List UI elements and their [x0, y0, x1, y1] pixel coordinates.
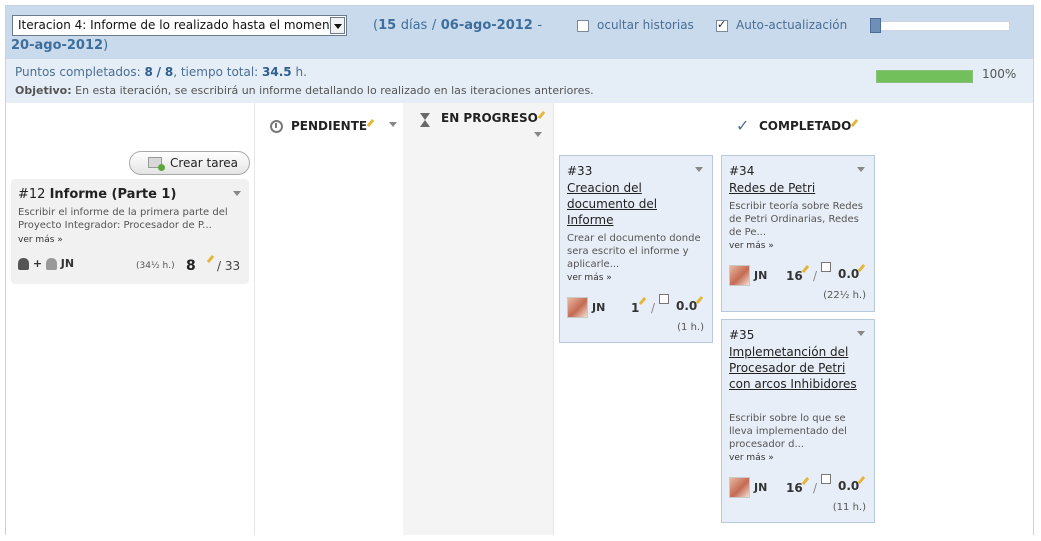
pending-menu-chevron-icon[interactable] — [389, 122, 397, 127]
story-card[interactable]: #12 Informe (Parte 1) Escribir el inform… — [11, 179, 249, 284]
objective: Objetivo: En esta iteración, se escribir… — [15, 84, 594, 97]
iteration-select[interactable]: Iteracion 4: Informe de lo realizado has… — [12, 15, 347, 36]
in-progress-menu-chevron-icon[interactable] — [534, 132, 542, 137]
pending-column: PENDIENTE — [254, 103, 403, 535]
in-progress-title: EN PROGRESO — [441, 111, 546, 125]
avatar — [567, 297, 588, 318]
separator: / — [651, 301, 656, 315]
hours-icon — [659, 294, 669, 304]
task-description: Escribir teoría sobre Redes de Petri Ord… — [729, 201, 863, 238]
completed-title: COMPLETADO — [759, 119, 859, 133]
user-icon — [18, 258, 29, 270]
task-hours: (22½ h.) — [823, 290, 866, 301]
hours-icon — [821, 262, 831, 272]
pencil-icon[interactable] — [367, 119, 375, 129]
task-title[interactable]: Implemetanción del Procesador de Petri c… — [729, 344, 867, 392]
story-more-link[interactable]: ver más » — [18, 235, 63, 245]
task-estimate[interactable]: 16 — [786, 269, 803, 283]
pencil-icon[interactable] — [802, 477, 810, 487]
task-menu-chevron-icon[interactable] — [695, 167, 703, 172]
points-done: 8 — [144, 65, 153, 79]
refresh-slider-track[interactable] — [870, 21, 1010, 31]
iteration-select-value: Iteracion 4: Informe de lo realizado has… — [18, 18, 342, 32]
story-users: + JN — [18, 257, 74, 270]
story-hours: (34½ h.) — [136, 261, 175, 271]
task-title[interactable]: Redes de Petri — [729, 180, 867, 196]
taskboard: (15 días / 06-ago-2012 - 20-ago-2012) It… — [5, 5, 1034, 535]
task-remaining[interactable]: 0.0 — [838, 267, 859, 281]
pending-title: PENDIENTE — [291, 119, 375, 133]
story-points[interactable]: 8 — [186, 258, 196, 274]
separator: / — [813, 481, 818, 495]
story-menu-chevron-icon[interactable] — [233, 191, 241, 196]
task-description: Escribir sobre lo que se lleva implement… — [729, 413, 847, 450]
points-total: 8 — [164, 65, 174, 79]
pencil-icon[interactable] — [802, 265, 810, 275]
auto-update-checkbox[interactable] — [716, 18, 728, 32]
total-time: 34.5 — [262, 65, 292, 79]
task-estimate[interactable]: 16 — [786, 481, 803, 495]
completed-column: ✓ COMPLETADO #33 Creacion del documento … — [553, 103, 1033, 535]
task-initials: JN — [754, 481, 768, 494]
points-summary: Puntos completados: 8 / 8, tiempo total:… — [15, 65, 307, 79]
pencil-icon[interactable] — [207, 255, 215, 265]
task-card[interactable]: #34 Redes de Petri Escribir teoría sobre… — [721, 155, 875, 312]
add-task-icon — [148, 157, 165, 171]
task-menu-chevron-icon[interactable] — [857, 167, 865, 172]
task-more-link[interactable]: ver más » — [567, 273, 612, 283]
iteration-summary: Puntos completados: 8 / 8, tiempo total:… — [6, 59, 1033, 103]
user-icon — [45, 258, 57, 270]
checkmark-icon: ✓ — [736, 116, 750, 135]
create-task-button[interactable]: Crear tarea — [129, 151, 250, 175]
pencil-icon[interactable] — [538, 111, 546, 121]
task-number: #35 — [729, 328, 755, 342]
avatar — [729, 477, 750, 498]
pencil-icon[interactable] — [696, 296, 704, 306]
stories-column: Crear tarea #12 Informe (Parte 1) Escrib… — [6, 103, 254, 535]
task-remaining[interactable]: 0.0 — [676, 299, 697, 313]
iteration-header: (15 días / 06-ago-2012 - 20-ago-2012) It… — [6, 6, 1033, 59]
avatar — [729, 265, 750, 286]
hourglass-icon — [420, 113, 431, 128]
task-card[interactable]: #33 Creacion del documento del Informe C… — [559, 155, 713, 343]
task-menu-chevron-icon[interactable] — [857, 331, 865, 336]
task-more-link[interactable]: ver más » — [729, 241, 774, 251]
progress-bar — [876, 70, 973, 83]
pencil-icon[interactable] — [639, 297, 647, 307]
story-title[interactable]: #12 Informe (Parte 1) — [18, 187, 176, 202]
task-hours: (1 h.) — [677, 322, 704, 333]
task-hours: (11 h.) — [832, 502, 866, 513]
task-number: #33 — [567, 164, 593, 178]
separator: / — [813, 269, 818, 283]
task-initials: JN — [592, 301, 606, 314]
hide-stories-checkbox[interactable] — [577, 20, 589, 32]
task-number: #34 — [729, 164, 755, 178]
chevron-down-icon[interactable] — [330, 17, 345, 34]
hours-icon — [821, 474, 831, 484]
pencil-icon[interactable] — [858, 476, 866, 486]
story-points-total: / 33 — [217, 259, 241, 273]
task-card[interactable]: #35 Implemetanción del Procesador de Pet… — [721, 319, 875, 523]
task-title[interactable]: Creacion del documento del Informe — [567, 180, 705, 228]
task-description: Crear el documento donde sera escrito el… — [567, 233, 701, 270]
clock-icon — [270, 120, 283, 133]
progress-percent: 100% — [982, 67, 1017, 81]
refresh-slider-thumb[interactable] — [870, 18, 881, 33]
hide-stories-label: ocultar historias — [597, 18, 694, 32]
auto-update-label: Auto-actualización — [736, 18, 848, 32]
task-initials: JN — [754, 269, 768, 282]
task-remaining[interactable]: 0.0 — [838, 479, 859, 493]
pencil-icon[interactable] — [851, 119, 859, 129]
story-initials: JN — [60, 257, 75, 270]
task-more-link[interactable]: ver más » — [729, 453, 774, 463]
story-description: Escribir el informe de la primera parte … — [18, 207, 228, 231]
pencil-icon[interactable] — [858, 264, 866, 274]
in-progress-column: EN PROGRESO — [403, 103, 553, 535]
progress-bar-fill — [877, 71, 972, 82]
